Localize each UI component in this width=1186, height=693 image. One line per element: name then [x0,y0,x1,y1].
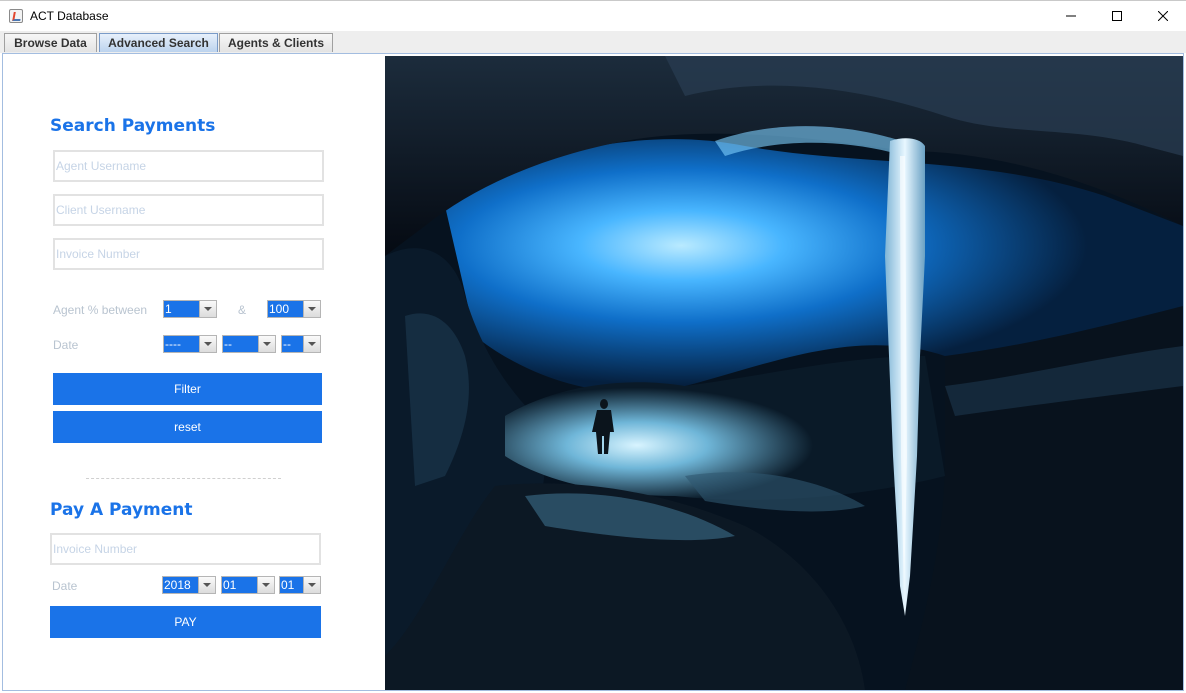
pay-invoice-number-field[interactable] [50,533,321,565]
chevron-down-icon[interactable] [199,301,216,317]
search-month-value: -- [223,336,258,352]
pay-day-value: 01 [280,577,303,593]
and-label: & [238,303,247,317]
chevron-down-icon[interactable] [303,577,320,593]
search-panel: Search Payments Agent % between 1 & 100 … [3,54,385,690]
title-bar: ACT Database [0,0,1186,31]
pay-year-select[interactable]: 2018 [162,576,216,594]
filter-button[interactable]: Filter [53,373,322,405]
pay-date-label: Date [52,579,78,593]
chevron-down-icon[interactable] [199,336,216,352]
ice-cave-image [385,56,1183,690]
search-payments-heading: Search Payments [50,116,216,136]
minimize-icon [1066,15,1076,17]
tab-strip: Browse Data Advanced Search Agents & Cli… [0,31,1186,53]
maximize-icon [1112,11,1122,21]
pay-month-value: 01 [222,577,257,593]
client-username-field[interactable] [53,194,324,226]
pay-month-select[interactable]: 01 [221,576,275,594]
search-month-select[interactable]: -- [222,335,276,353]
tab-content: Search Payments Agent % between 1 & 100 … [2,53,1184,691]
search-day-value: -- [282,336,303,352]
search-day-select[interactable]: -- [281,335,321,353]
search-year-select[interactable]: ---- [163,335,217,353]
agent-username-input[interactable] [55,152,322,180]
invoice-number-field[interactable] [53,238,324,270]
chevron-down-icon[interactable] [258,336,275,352]
pay-payment-heading: Pay A Payment [50,500,193,520]
close-icon [1158,11,1168,21]
chevron-down-icon[interactable] [303,301,320,317]
search-year-value: ---- [164,336,199,352]
tab-agents-clients[interactable]: Agents & Clients [219,33,333,52]
close-button[interactable] [1140,1,1186,32]
agent-percent-min-select[interactable]: 1 [163,300,217,318]
tab-browse-data[interactable]: Browse Data [4,33,97,52]
agent-percent-max-value: 100 [268,301,303,317]
agent-percent-max-select[interactable]: 100 [267,300,321,318]
java-cup-icon [9,9,23,23]
tab-advanced-search[interactable]: Advanced Search [99,33,218,52]
chevron-down-icon[interactable] [198,577,215,593]
pay-button[interactable]: PAY [50,606,321,638]
client-username-input[interactable] [55,196,322,224]
minimize-button[interactable] [1048,1,1094,32]
pay-year-value: 2018 [163,577,198,593]
pay-invoice-number-input[interactable] [52,535,319,563]
chevron-down-icon[interactable] [257,577,274,593]
pay-day-select[interactable]: 01 [279,576,321,594]
maximize-button[interactable] [1094,1,1140,32]
search-date-label: Date [53,338,79,352]
section-divider [86,478,281,479]
chevron-down-icon[interactable] [303,336,320,352]
window-title: ACT Database [30,9,109,23]
agent-percent-min-value: 1 [164,301,199,317]
ice-cave-photo [385,56,1183,690]
invoice-number-input[interactable] [55,240,322,268]
agent-username-field[interactable] [53,150,324,182]
agent-percent-label: Agent % between [53,303,148,317]
reset-button[interactable]: reset [53,411,322,443]
